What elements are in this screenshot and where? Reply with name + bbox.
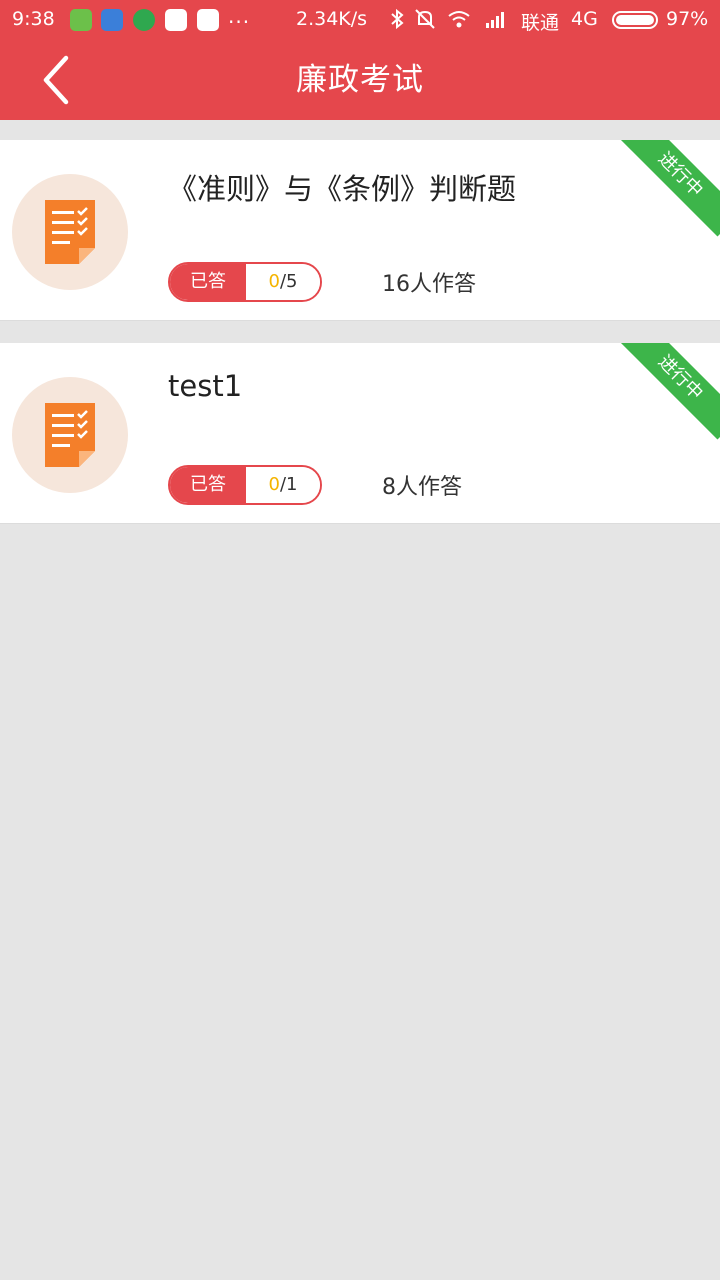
answered-progress: 已答 0/1 [168, 465, 322, 505]
exam-paper-icon [45, 403, 95, 467]
net-speed: 2.34K/s [296, 8, 368, 30]
mute-icon [415, 9, 435, 29]
exam-list: 《准则》与《条例》判断题 已答 0/5 16人作答 进行中 test1 已答 0… [0, 140, 720, 546]
more-notifications: ... [228, 4, 251, 28]
exam-card[interactable]: 《准则》与《条例》判断题 已答 0/5 16人作答 进行中 [0, 140, 720, 321]
status-ribbon: 进行中 [618, 343, 720, 440]
answered-count: 0/5 [246, 264, 320, 300]
bluetooth-icon [391, 8, 404, 30]
exam-title: test1 [168, 369, 243, 403]
battery-icon [612, 11, 658, 29]
status-bar: 9:38 ... 2.34K/s 联通 4G 97% [0, 0, 720, 40]
answered-label: 已答 [170, 467, 246, 503]
answered-number: 0 [268, 271, 280, 292]
status-time: 9:38 [12, 8, 55, 30]
exam-icon-circle [12, 174, 128, 290]
wifi-icon [448, 11, 470, 28]
page-title: 廉政考试 [296, 62, 424, 98]
exam-card[interactable]: test1 已答 0/1 8人作答 进行中 [0, 343, 720, 524]
total-number: /1 [279, 474, 298, 495]
shield-app-icon [70, 9, 92, 31]
back-button[interactable] [28, 50, 88, 110]
navigation-bar: 廉政考试 [0, 40, 720, 120]
photo-app-icon [165, 9, 187, 31]
exam-paper-icon [45, 200, 95, 264]
globe-app-icon [133, 9, 155, 31]
answered-number: 0 [268, 474, 280, 495]
answered-count: 0/1 [246, 467, 320, 503]
carrier-name: 联通 [521, 12, 560, 34]
photo-app-icon [197, 9, 219, 31]
exam-icon-circle [12, 377, 128, 493]
doc-app-icon [101, 9, 123, 31]
top-bar: 9:38 ... 2.34K/s 联通 4G 97% 廉政考试 [0, 0, 720, 120]
status-ribbon: 进行中 [618, 140, 720, 237]
exam-title: 《准则》与《条例》判断题 [168, 172, 517, 206]
respondent-count: 16人作答 [382, 272, 476, 297]
signal-icon [486, 12, 504, 28]
respondent-count: 8人作答 [382, 475, 462, 500]
total-number: /5 [279, 271, 298, 292]
answered-label: 已答 [170, 264, 246, 300]
battery-percent: 97% [666, 8, 709, 30]
chevron-left-icon [43, 55, 69, 105]
network-type: 4G [571, 8, 598, 30]
answered-progress: 已答 0/5 [168, 262, 322, 302]
